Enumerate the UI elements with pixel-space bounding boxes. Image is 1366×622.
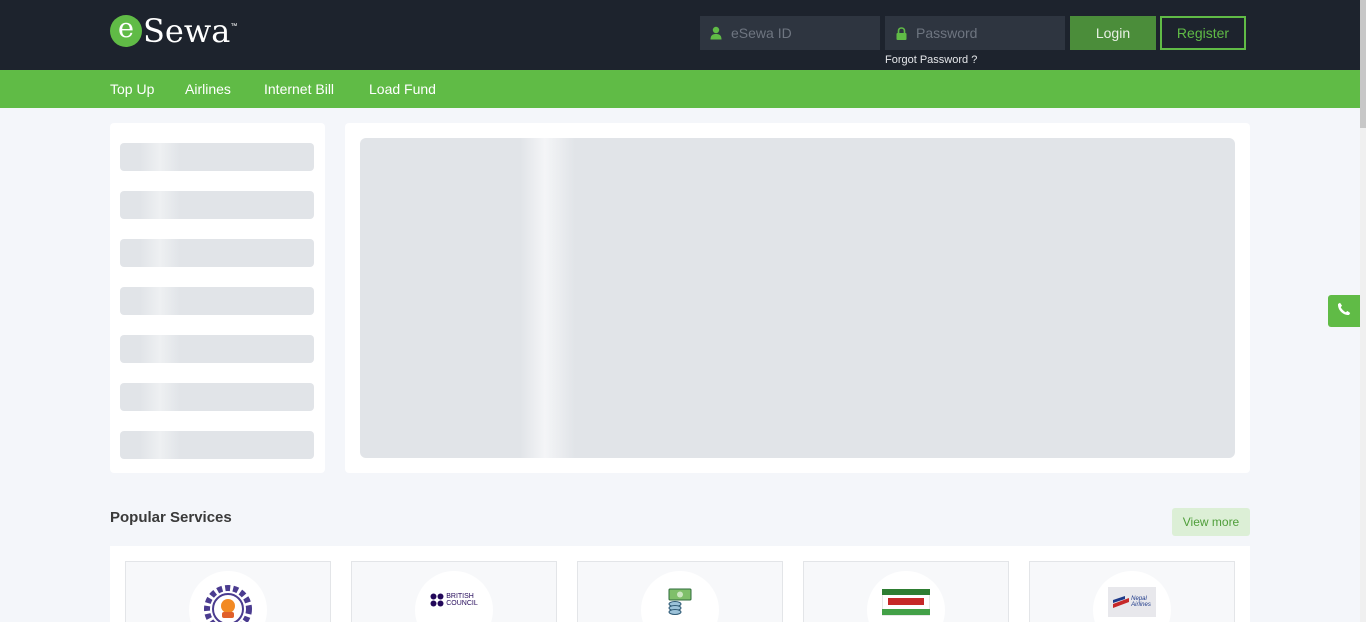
skeleton-menu-item bbox=[120, 431, 314, 459]
gear-emblem-logo bbox=[189, 571, 267, 622]
user-icon bbox=[701, 26, 731, 40]
popular-services-title: Popular Services bbox=[110, 509, 232, 526]
service-card[interactable] bbox=[125, 561, 331, 622]
esewa-id-input[interactable] bbox=[731, 18, 871, 48]
skeleton-menu-item bbox=[120, 143, 314, 171]
page-scrollbar[interactable] bbox=[1360, 0, 1366, 622]
nav-item-internet-bill[interactable]: Internet Bill bbox=[264, 81, 334, 97]
british-council-logo-text: COUNCIL bbox=[446, 600, 478, 607]
register-button[interactable]: Register bbox=[1160, 16, 1246, 50]
service-card[interactable]: BRITISH COUNCIL bbox=[351, 561, 557, 622]
banner-skeleton-card bbox=[345, 123, 1250, 473]
phone-icon bbox=[1337, 302, 1351, 321]
nepal-airlines-logo: Nepal Airlines bbox=[1093, 571, 1171, 622]
banner-skeleton bbox=[360, 138, 1235, 458]
nepal-airlines-logo-text: Airlines bbox=[1131, 602, 1151, 608]
category-nav: Top Up Airlines Internet Bill Load Fund bbox=[0, 70, 1360, 108]
password-input[interactable] bbox=[916, 18, 1056, 48]
logo-e-badge: e bbox=[110, 15, 142, 47]
skeleton-menu-item bbox=[120, 191, 314, 219]
esewa-id-field[interactable] bbox=[700, 16, 880, 50]
service-card[interactable]: Nepal Airlines bbox=[1029, 561, 1235, 622]
support-phone-button[interactable] bbox=[1328, 295, 1360, 327]
service-card[interactable] bbox=[803, 561, 1009, 622]
lottery-ticket-logo bbox=[867, 571, 945, 622]
nav-item-load-fund[interactable]: Load Fund bbox=[369, 81, 436, 97]
forgot-password-link[interactable]: Forgot Password ? bbox=[885, 54, 977, 66]
password-field[interactable] bbox=[885, 16, 1065, 50]
service-menu-skeleton bbox=[110, 123, 325, 473]
skeleton-menu-item bbox=[120, 383, 314, 411]
skeleton-menu-item bbox=[120, 239, 314, 267]
popular-services-list: BRITISH COUNCIL Nepal Airlines bbox=[110, 546, 1250, 622]
scrollbar-thumb[interactable] bbox=[1360, 0, 1366, 128]
esewa-logo[interactable]: e Sewa ™ bbox=[110, 13, 237, 49]
lock-icon bbox=[886, 26, 916, 40]
view-more-button[interactable]: View more bbox=[1172, 508, 1250, 536]
nav-item-airlines[interactable]: Airlines bbox=[185, 81, 231, 97]
logo-wordmark: Sewa bbox=[143, 12, 231, 50]
logo-trademark: ™ bbox=[230, 23, 238, 30]
nav-item-top-up[interactable]: Top Up bbox=[110, 81, 154, 97]
british-council-logo: BRITISH COUNCIL bbox=[415, 571, 493, 622]
skeleton-menu-item bbox=[120, 287, 314, 315]
skeleton-menu-item bbox=[120, 335, 314, 363]
service-card[interactable] bbox=[577, 561, 783, 622]
money-stack-logo bbox=[641, 571, 719, 622]
login-button[interactable]: Login bbox=[1070, 16, 1156, 50]
british-council-logo-text: BRITISH bbox=[446, 593, 474, 600]
top-header: e Sewa ™ Forgot Password ? Login Registe… bbox=[0, 0, 1360, 70]
